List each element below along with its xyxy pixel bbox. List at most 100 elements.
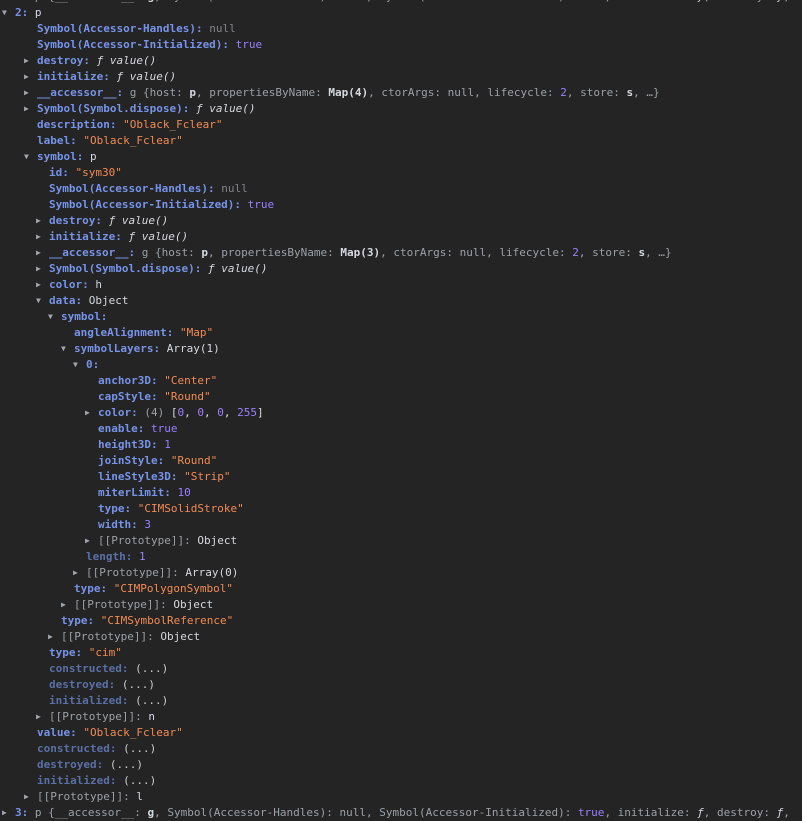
triangle-down-icon[interactable]: ▼ — [2, 5, 15, 21]
triangle-right-icon[interactable]: ▶ — [36, 213, 49, 229]
triangle-right-icon[interactable]: ▶ — [2, 805, 15, 821]
tree-row[interactable]: Symbol(Accessor-Handles): null — [0, 21, 802, 37]
tree-row[interactable]: joinStyle: "Round" — [0, 453, 802, 469]
tree-row[interactable]: ▶color: h — [0, 277, 802, 293]
property-value: "Strip" — [177, 470, 230, 483]
property-value: "Oblack_Fclear" — [77, 134, 183, 147]
property-key: 3: — [15, 806, 28, 819]
tree-row[interactable]: width: 3 — [0, 517, 802, 533]
property-value: p — [28, 6, 41, 19]
triangle-right-icon[interactable]: ▶ — [36, 277, 49, 293]
triangle-right-icon[interactable]: ▶ — [61, 597, 74, 613]
property-key: type: — [98, 502, 131, 515]
triangle-right-icon[interactable]: ▶ — [24, 53, 37, 69]
tree-row[interactable]: length: 1 — [0, 549, 802, 565]
tree-row[interactable]: description: "Oblack_Fclear" — [0, 117, 802, 133]
tree-row[interactable]: ▼data: Object — [0, 293, 802, 309]
tree-row[interactable]: type: "CIMPolygonSymbol" — [0, 581, 802, 597]
tree-row[interactable]: initialized: (...) — [0, 773, 802, 789]
tree-row[interactable]: Symbol(Accessor-Initialized): true — [0, 37, 802, 53]
triangle-down-icon[interactable]: ▼ — [73, 357, 86, 373]
tree-row[interactable]: ▶initialize: ƒ value() — [0, 229, 802, 245]
property-value: [ — [171, 406, 178, 419]
tree-row[interactable]: ▶Symbol(Symbol.dispose): ƒ value() — [0, 101, 802, 117]
property-key: symbolLayers: — [74, 342, 160, 355]
tree-row[interactable]: ▶[[Prototype]]: Array(0) — [0, 565, 802, 581]
triangle-right-icon[interactable]: ▶ — [36, 229, 49, 245]
property-key: [[Prototype]]: — [86, 566, 179, 579]
tree-row[interactable]: id: "sym30" — [0, 165, 802, 181]
tree-row[interactable]: enable: true — [0, 421, 802, 437]
property-value: , destroy: — [704, 806, 777, 819]
clipped-row-top[interactable]: ▶1: p {__accessor__: g, Symbol(Accessor-… — [0, 0, 802, 5]
property-value: , — [783, 0, 790, 3]
tree-row[interactable]: ▶Symbol(Symbol.dispose): ƒ value() — [0, 261, 802, 277]
triangle-down-icon[interactable]: ▼ — [36, 293, 49, 309]
tree-row[interactable]: ▶[[Prototype]]: l — [0, 789, 802, 805]
tree-row[interactable]: ▶3: p {__accessor__: g, Symbol(Accessor-… — [0, 805, 802, 821]
tree-row[interactable]: ▼symbol: — [0, 309, 802, 325]
tree-row[interactable]: ▶[[Prototype]]: Object — [0, 629, 802, 645]
triangle-right-icon[interactable]: ▶ — [85, 533, 98, 549]
tree-row[interactable]: initialized: (...) — [0, 693, 802, 709]
property-key: destroyed: — [49, 678, 115, 691]
tree-row[interactable]: ▶1: p {__accessor__: g, Symbol(Accessor-… — [0, 0, 802, 5]
property-value: true — [144, 422, 177, 435]
tree-row[interactable]: ▶destroy: ƒ value() — [0, 53, 802, 69]
triangle-down-icon[interactable]: ▼ — [48, 309, 61, 325]
tree-row[interactable]: type: "CIMSymbolReference" — [0, 613, 802, 629]
tree-row[interactable]: ▼symbol: p — [0, 149, 802, 165]
property-key: label: — [37, 134, 77, 147]
triangle-down-icon[interactable]: ▼ — [24, 149, 37, 165]
tree-row[interactable]: ▶[[Prototype]]: n — [0, 709, 802, 725]
tree-row[interactable]: constructed: (...) — [0, 661, 802, 677]
triangle-down-icon[interactable]: ▼ — [61, 341, 74, 357]
property-value: 1 — [158, 438, 171, 451]
tree-row[interactable]: type: "cim" — [0, 645, 802, 661]
triangle-right-icon[interactable]: ▶ — [85, 405, 98, 421]
tree-row[interactable]: capStyle: "Round" — [0, 389, 802, 405]
triangle-right-icon[interactable]: ▶ — [36, 261, 49, 277]
tree-row[interactable]: lineStyle3D: "Strip" — [0, 469, 802, 485]
triangle-right-icon[interactable]: ▶ — [24, 101, 37, 117]
property-value: "Oblack_Fclear" — [77, 726, 183, 739]
tree-row[interactable]: miterLimit: 10 — [0, 485, 802, 501]
property-value: , …} — [633, 86, 660, 99]
tree-row[interactable]: type: "CIMSolidStroke" — [0, 501, 802, 517]
triangle-right-icon[interactable]: ▶ — [36, 709, 49, 725]
tree-row[interactable]: height3D: 1 — [0, 437, 802, 453]
tree-row[interactable]: constructed: (...) — [0, 741, 802, 757]
tree-row[interactable]: ▼symbolLayers: Array(1) — [0, 341, 802, 357]
tree-row[interactable]: ▶destroy: ƒ value() — [0, 213, 802, 229]
tree-row[interactable]: ▶__accessor__: g {host: p, propertiesByN… — [0, 245, 802, 261]
property-key: initialize: — [49, 230, 122, 243]
triangle-right-icon[interactable]: ▶ — [73, 565, 86, 581]
property-key: __accessor__: — [37, 86, 123, 99]
tree-row[interactable]: anchor3D: "Center" — [0, 373, 802, 389]
triangle-right-icon[interactable]: ▶ — [24, 789, 37, 805]
tree-row[interactable]: value: "Oblack_Fclear" — [0, 725, 802, 741]
tree-row[interactable]: Symbol(Accessor-Initialized): true — [0, 197, 802, 213]
tree-row[interactable]: angleAlignment: "Map" — [0, 325, 802, 341]
tree-row[interactable]: ▶[[Prototype]]: Object — [0, 533, 802, 549]
property-value: g {host: — [135, 246, 201, 259]
tree-row[interactable]: ▼0: — [0, 357, 802, 373]
property-value: true — [578, 806, 605, 819]
tree-row[interactable]: label: "Oblack_Fclear" — [0, 133, 802, 149]
tree-row[interactable]: ▶[[Prototype]]: Object — [0, 597, 802, 613]
tree-row[interactable]: ▶color: (4) [0, 0, 0, 255] — [0, 405, 802, 421]
tree-row[interactable]: ▶__accessor__: g {host: p, propertiesByN… — [0, 85, 802, 101]
property-key: Symbol(Accessor-Initialized): — [37, 38, 229, 51]
property-value: Map(4) — [328, 86, 368, 99]
triangle-right-icon[interactable]: ▶ — [36, 245, 49, 261]
property-key: __accessor__: — [49, 246, 135, 259]
tree-row[interactable]: Symbol(Accessor-Handles): null — [0, 181, 802, 197]
tree-row[interactable]: ▶initialize: ƒ value() — [0, 69, 802, 85]
tree-row[interactable]: destroyed: (...) — [0, 677, 802, 693]
tree-row[interactable]: destroyed: (...) — [0, 757, 802, 773]
triangle-right-icon[interactable]: ▶ — [24, 69, 37, 85]
triangle-right-icon[interactable]: ▶ — [24, 85, 37, 101]
property-key: initialize: — [37, 70, 110, 83]
tree-row[interactable]: ▼2: p — [0, 5, 802, 21]
triangle-right-icon[interactable]: ▶ — [48, 629, 61, 645]
